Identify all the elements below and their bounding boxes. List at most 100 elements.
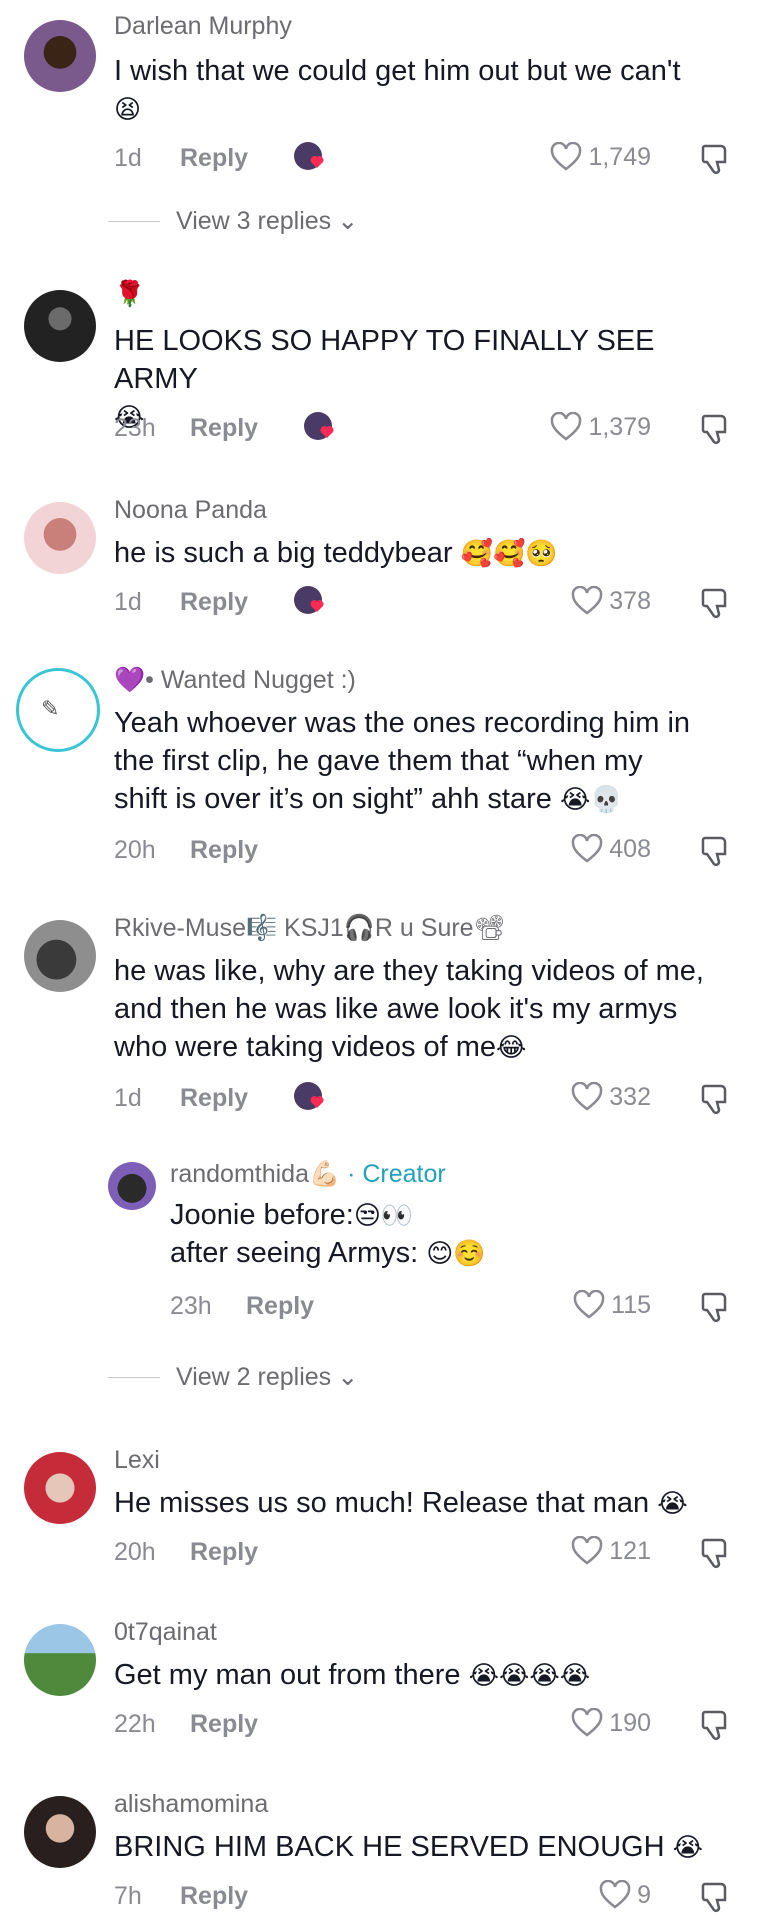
heart-icon <box>573 1290 605 1319</box>
like-count: 115 <box>611 1290 651 1319</box>
dislike-icon[interactable] <box>697 412 731 446</box>
signature-icon: ✎ <box>41 697 60 722</box>
avatar[interactable] <box>24 1796 96 1868</box>
comment-time: 1d <box>114 144 142 172</box>
comment-text: Joonie before:😒👀 after seeing Armys: 😊☺️ <box>170 1196 731 1272</box>
avatar[interactable] <box>24 920 96 992</box>
reply-button[interactable]: Reply <box>180 588 248 617</box>
dislike-icon[interactable] <box>697 1536 731 1570</box>
view-replies-label: View 2 replies <box>176 1362 332 1391</box>
heart-icon <box>572 586 603 615</box>
comment-meta: 1d Reply 1,749 <box>114 138 731 178</box>
comment-author[interactable]: Darlean Murphy <box>114 12 292 41</box>
dislike-icon[interactable] <box>697 834 731 868</box>
comment-author[interactable]: alishamomina <box>114 1790 268 1819</box>
like-count: 121 <box>609 1536 651 1565</box>
comment-meta: 7h Reply 9 <box>114 1876 731 1916</box>
comment-time: 23h <box>114 414 156 442</box>
avatar[interactable] <box>24 502 96 574</box>
heart-icon <box>572 834 603 863</box>
heart-icon <box>551 142 582 171</box>
like-button[interactable]: 1,749 <box>550 142 651 172</box>
avatar[interactable] <box>24 290 96 362</box>
comment-meta: 22h Reply 190 <box>114 1704 731 1744</box>
reply-button[interactable]: Reply <box>190 836 258 865</box>
reply-button[interactable]: Reply <box>246 1292 314 1321</box>
comment-text: He misses us so much! Release that man 😭 <box>114 1484 731 1522</box>
like-button[interactable]: 115 <box>573 1290 651 1320</box>
emoji: 😭 <box>657 1488 688 1518</box>
comment-author[interactable]: 0t7qainat <box>114 1618 217 1647</box>
emoji: 😂 <box>496 1032 527 1062</box>
avatar[interactable] <box>24 20 96 92</box>
comment-text: Yeah whoever was the ones recording him … <box>114 704 731 818</box>
comment-text: he was like, why are they taking videos … <box>114 952 731 1066</box>
author-name: Wanted Nugget :) <box>160 666 356 694</box>
comment-meta: 1d Reply 332 <box>114 1078 731 1118</box>
comment-author[interactable]: randomthida💪🏻 · Creator <box>170 1160 446 1189</box>
like-button[interactable]: 1,379 <box>550 412 651 442</box>
reply-button[interactable]: Reply <box>190 414 258 443</box>
comment-text: I wish that we could get him out but we … <box>114 52 731 128</box>
dislike-icon[interactable] <box>697 1082 731 1116</box>
comment-meta: 1d Reply 378 <box>114 582 731 622</box>
comment-text-body: I wish that we could get him out but we … <box>114 55 681 87</box>
heart-icon <box>572 1536 603 1565</box>
view-replies-button[interactable]: View 2 replies ⌄ <box>108 1362 358 1392</box>
comment-author-icon[interactable]: 🌹 <box>114 280 145 309</box>
reply-button[interactable]: Reply <box>180 1882 248 1911</box>
like-button[interactable]: 190 <box>571 1708 651 1738</box>
comment-author[interactable]: Noona Panda <box>114 496 267 525</box>
avatar[interactable] <box>24 1624 96 1696</box>
like-button[interactable]: 408 <box>571 834 651 864</box>
comment-text-body: he is such a big teddybear <box>114 537 453 569</box>
like-count: 408 <box>609 834 651 863</box>
dislike-icon[interactable] <box>697 1708 731 1742</box>
dislike-icon[interactable] <box>697 1880 731 1914</box>
chevron-down-icon: ⌄ <box>337 207 359 235</box>
comment-text-line: after seeing Armys: <box>170 1237 419 1269</box>
comment-meta: 20h Reply 121 <box>114 1532 731 1572</box>
comment-time: 20h <box>114 1538 156 1566</box>
comment-time: 1d <box>114 588 142 616</box>
like-count: 1,379 <box>588 412 651 441</box>
comment-author[interactable]: 💜• Wanted Nugget :) <box>114 666 356 695</box>
creator-liked-icon <box>292 138 332 178</box>
dislike-icon[interactable] <box>697 1290 731 1324</box>
like-button[interactable]: 9 <box>599 1880 651 1910</box>
like-count: 9 <box>637 1880 651 1909</box>
comment-author[interactable]: Lexi <box>114 1446 160 1475</box>
comment-meta: 23h Reply 115 <box>170 1286 731 1326</box>
comment-time: 22h <box>114 1710 156 1738</box>
avatar[interactable] <box>108 1162 156 1210</box>
comment-time: 1d <box>114 1084 142 1112</box>
reply-button[interactable]: Reply <box>180 144 248 173</box>
comment-text-body: BRING HIM BACK HE SERVED ENOUGH <box>114 1831 665 1863</box>
comment-text-line: the first clip, he gave them that “when … <box>114 745 643 777</box>
comment-text-line: Joonie before: <box>170 1199 354 1231</box>
comment-time: 23h <box>170 1292 212 1320</box>
author-name: randomthida <box>170 1160 309 1188</box>
reply-button[interactable]: Reply <box>190 1710 258 1739</box>
like-button[interactable]: 332 <box>571 1082 651 1112</box>
like-count: 190 <box>609 1708 651 1737</box>
avatar[interactable] <box>24 1452 96 1524</box>
dislike-icon[interactable] <box>697 142 731 176</box>
dislike-icon[interactable] <box>697 586 731 620</box>
like-count: 332 <box>609 1082 651 1111</box>
comment-author[interactable]: Rkive-Muse🎼 KSJ1🎧R u Sure📽 <box>114 914 505 943</box>
like-button[interactable]: 121 <box>571 1536 651 1566</box>
like-button[interactable]: 378 <box>571 586 651 616</box>
avatar[interactable]: ✎ <box>16 668 100 752</box>
heart-icon <box>572 1082 603 1111</box>
reply-button[interactable]: Reply <box>180 1084 248 1113</box>
comment-text: BRING HIM BACK HE SERVED ENOUGH 😭 <box>114 1828 731 1866</box>
reply-button[interactable]: Reply <box>190 1538 258 1567</box>
comment-text-line: Yeah whoever was the ones recording him … <box>114 707 691 739</box>
creator-liked-icon <box>292 1078 332 1118</box>
comment-meta: 20h Reply 408 <box>114 830 731 870</box>
comment-text-line: and then he was like awe look it's my ar… <box>114 993 678 1025</box>
comment-text: he is such a big teddybear 🥰🥰🥺 <box>114 534 731 572</box>
creator-liked-icon <box>292 582 332 622</box>
view-replies-button[interactable]: View 3 replies ⌄ <box>108 206 358 236</box>
